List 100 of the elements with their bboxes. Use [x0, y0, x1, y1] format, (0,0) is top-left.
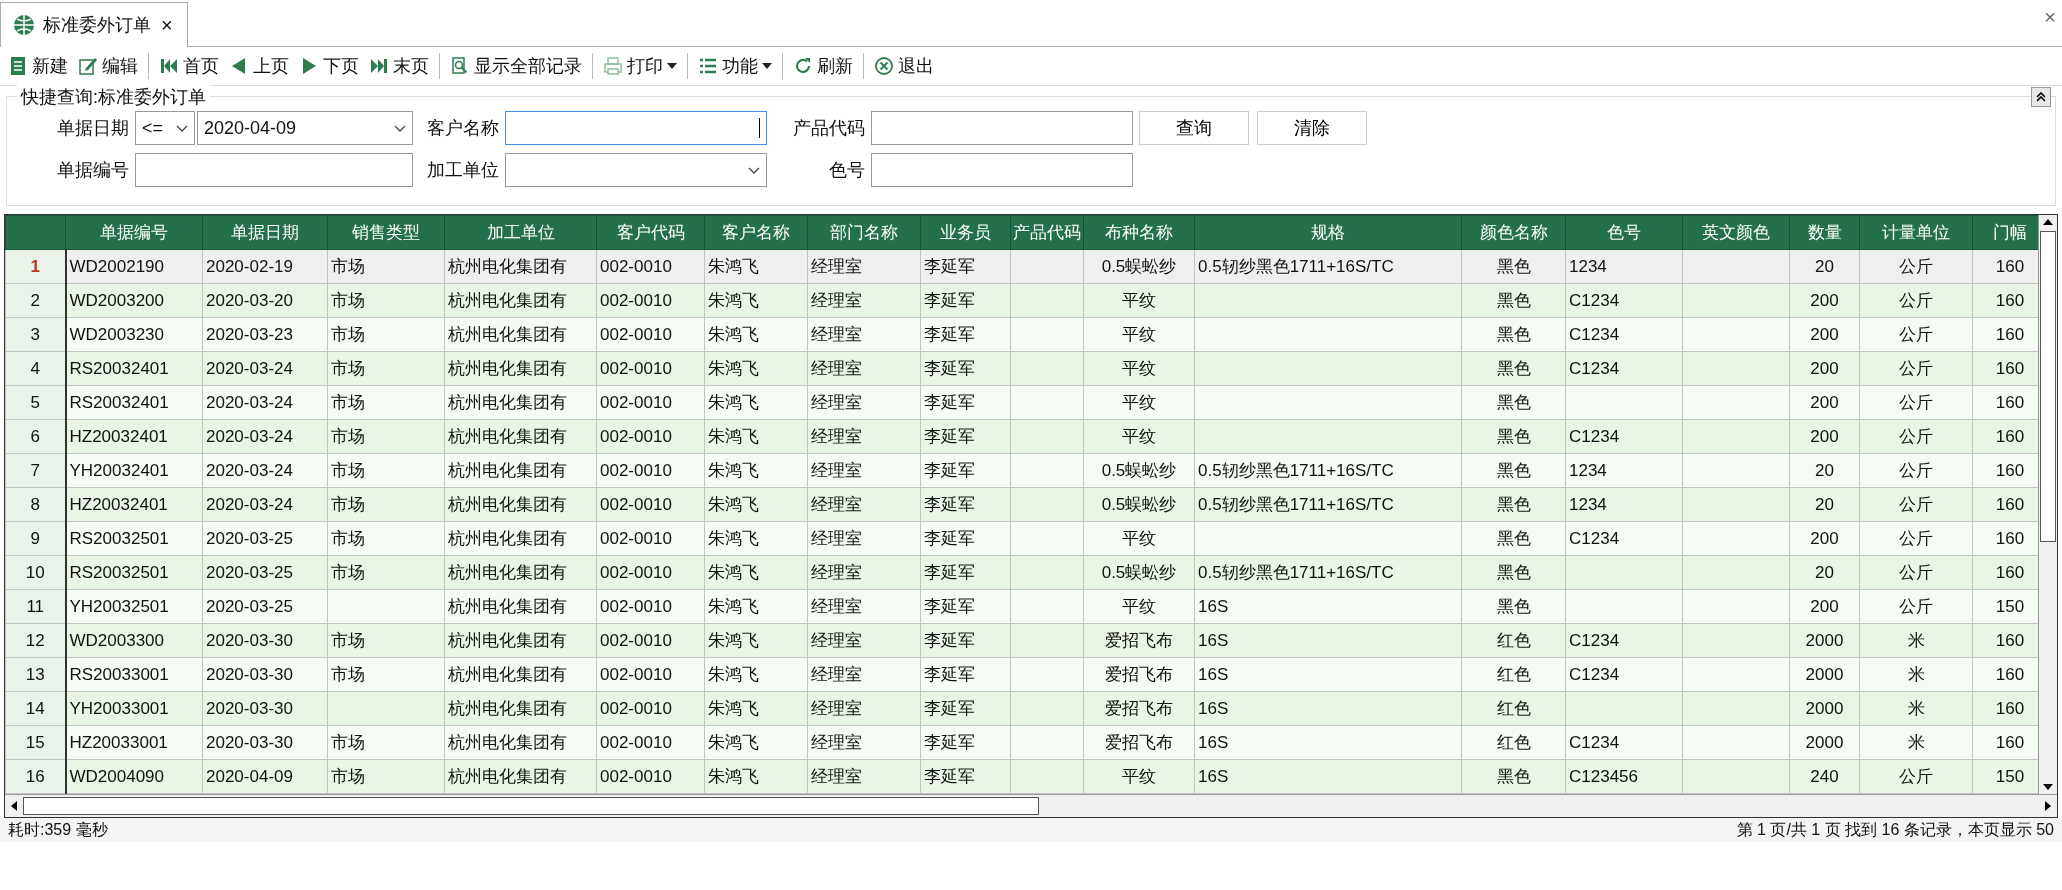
column-header[interactable]: 颜色名称: [1461, 215, 1566, 250]
toolbar-button[interactable]: 退出: [870, 52, 938, 80]
column-header[interactable]: 英文颜色: [1682, 215, 1790, 250]
column-header[interactable]: 单据编号: [65, 215, 203, 250]
date-select[interactable]: 2020-04-09: [197, 111, 413, 145]
table-cell: 20: [1789, 249, 1860, 284]
column-header[interactable]: 客户名称: [704, 215, 808, 250]
table-cell: 公斤: [1859, 283, 1973, 318]
table-cell: 平纹: [1083, 521, 1195, 556]
horizontal-scrollbar[interactable]: [5, 794, 2057, 817]
close-button[interactable]: ×: [2044, 6, 2056, 29]
column-header[interactable]: 规格: [1194, 215, 1462, 250]
scroll-down-icon[interactable]: [2041, 782, 2055, 792]
document-tab[interactable]: 标准委外订单 ×: [0, 2, 188, 47]
table-cell: 市场: [327, 283, 445, 318]
operator-select[interactable]: <=: [135, 111, 195, 145]
column-header[interactable]: 客户代码: [596, 215, 705, 250]
toolbar-button[interactable]: 上页: [225, 52, 293, 80]
table-cell: 杭州电化集团有: [444, 623, 597, 658]
query-button[interactable]: 查询: [1139, 111, 1249, 145]
table-row[interactable]: 11 YH20032501 2020-03-25 杭州电化集团有 002-0010 朱鸿飞 经理室 李延军 平纹 16S 黑色 200 公斤 150: [5, 589, 2038, 624]
table-cell: 朱鸿飞: [704, 691, 808, 726]
table-cell: 2020-02-19: [202, 249, 328, 284]
column-header[interactable]: 部门名称: [807, 215, 921, 250]
toolbar-button[interactable]: 首页: [155, 52, 223, 80]
table-cell: 黑色: [1461, 317, 1566, 352]
table-cell: 16S: [1194, 725, 1462, 760]
scroll-up-icon[interactable]: [2041, 217, 2055, 227]
table-cell: 经理室: [807, 249, 921, 284]
table-cell: C1234: [1565, 725, 1683, 760]
toolbar-button[interactable]: 编辑: [74, 52, 142, 80]
table-row[interactable]: 7 YH20032401 2020-03-24 市场 杭州电化集团有 002-0010 朱鸿飞 经理室 李延军 0.5蜈蚣纱 0.5轫纱黑色1711+16S/TC 黑色 1234 20 公斤 160: [5, 453, 2038, 488]
table-cell: 2020-03-30: [202, 657, 328, 692]
row-number: 15: [5, 725, 66, 760]
table-cell: 002-0010: [596, 283, 705, 318]
column-header[interactable]: 色号: [1565, 215, 1683, 250]
collapse-button[interactable]: [2031, 87, 2051, 107]
table-row[interactable]: 14 YH20033001 2020-03-30 杭州电化集团有 002-0010 朱鸿飞 经理室 李延军 爱招飞布 16S 红色 2000 米 160: [5, 691, 2038, 726]
table-row[interactable]: 12 WD2003300 2020-03-30 市场 杭州电化集团有 002-0010 朱鸿飞 经理室 李延军 爱招飞布 16S 红色 C1234 2000 米 160: [5, 623, 2038, 658]
toolbar-button[interactable]: 末页: [365, 52, 433, 80]
toolbar-button[interactable]: 显示全部记录: [446, 52, 586, 80]
table-cell: 公斤: [1859, 419, 1973, 454]
input-field[interactable]: [135, 153, 413, 187]
toolbar-button[interactable]: 下页: [295, 52, 363, 80]
column-header[interactable]: 数量: [1789, 215, 1860, 250]
row-number: 12: [5, 623, 66, 658]
input-field[interactable]: [505, 111, 767, 145]
column-header[interactable]: 计量单位: [1859, 215, 1973, 250]
table-cell: 米: [1859, 623, 1973, 658]
query-button[interactable]: 清除: [1257, 111, 1367, 145]
table-row[interactable]: 4 RS20032401 2020-03-24 市场 杭州电化集团有 002-0010 朱鸿飞 经理室 李延军 平纹 黑色 C1234 200 公斤 160: [5, 351, 2038, 386]
table-cell: 爱招飞布: [1083, 691, 1195, 726]
select-field[interactable]: [505, 153, 767, 187]
table-cell: 2020-03-25: [202, 589, 328, 624]
column-header[interactable]: 产品代码: [1010, 215, 1084, 250]
table-cell: 平纹: [1083, 351, 1195, 386]
row-number: 2: [5, 283, 66, 318]
table-cell: 2020-03-30: [202, 725, 328, 760]
column-header[interactable]: 布种名称: [1083, 215, 1195, 250]
table-row[interactable]: 8 HZ20032401 2020-03-24 市场 杭州电化集团有 002-0010 朱鸿飞 经理室 李延军 0.5蜈蚣纱 0.5轫纱黑色1711+16S/TC 黑色 1234 20 公斤 160: [5, 487, 2038, 522]
table-cell: 爱招飞布: [1083, 657, 1195, 692]
table-row[interactable]: 9 RS20032501 2020-03-25 市场 杭州电化集团有 002-0010 朱鸿飞 经理室 李延军 平纹 黑色 C1234 200 公斤 160: [5, 521, 2038, 556]
table-cell: 李延军: [920, 657, 1011, 692]
table-row[interactable]: 2 WD2003200 2020-03-20 市场 杭州电化集团有 002-0010 朱鸿飞 经理室 李延军 平纹 黑色 C1234 200 公斤 160: [5, 283, 2038, 318]
panel-title: 快捷查询:标准委外订单: [17, 85, 210, 109]
table-cell: 朱鸿飞: [704, 351, 808, 386]
column-header[interactable]: 门幅: [1972, 215, 2038, 250]
table-cell: 朱鸿飞: [704, 317, 808, 352]
table-row[interactable]: 13 RS20033001 2020-03-30 市场 杭州电化集团有 002-0010 朱鸿飞 经理室 李延军 爱招飞布 16S 红色 C1234 2000 米 160: [5, 657, 2038, 692]
table-cell: RS20032501: [65, 555, 203, 590]
table-cell: 杭州电化集团有: [444, 419, 597, 454]
scroll-right-icon[interactable]: [2043, 799, 2053, 813]
input-field[interactable]: [871, 111, 1133, 145]
table-cell: 200: [1789, 385, 1860, 420]
table-row[interactable]: 15 HZ20033001 2020-03-30 市场 杭州电化集团有 002-0010 朱鸿飞 经理室 李延军 爱招飞布 16S 红色 C1234 2000 米 160: [5, 725, 2038, 760]
close-tab-button[interactable]: ×: [159, 13, 175, 37]
column-header[interactable]: 业务员: [920, 215, 1011, 250]
column-header[interactable]: 销售类型: [327, 215, 445, 250]
chevron-down-icon: [394, 124, 406, 132]
table-row[interactable]: 10 RS20032501 2020-03-25 市场 杭州电化集团有 002-0010 朱鸿飞 经理室 李延军 0.5蜈蚣纱 0.5轫纱黑色1711+16S/TC 黑色 20 公斤 160: [5, 555, 2038, 590]
toolbar-button[interactable]: 刷新: [789, 52, 857, 80]
input-field[interactable]: [871, 153, 1133, 187]
table-row[interactable]: 16 WD2004090 2020-04-09 市场 杭州电化集团有 002-0010 朱鸿飞 经理室 李延军 平纹 16S 黑色 C123456 240 公斤 150: [5, 759, 2038, 794]
vertical-scrollbar[interactable]: [2038, 215, 2057, 794]
table-cell: 16S: [1194, 589, 1462, 624]
column-header[interactable]: 单据日期: [202, 215, 328, 250]
toolbar-button[interactable]: 新建: [4, 52, 72, 80]
toolbar-button[interactable]: 功能: [694, 52, 776, 80]
table-cell: RS20032501: [65, 521, 203, 556]
column-header[interactable]: 加工单位: [444, 215, 597, 250]
table-row[interactable]: 3 WD2003230 2020-03-23 市场 杭州电化集团有 002-0010 朱鸿飞 经理室 李延军 平纹 黑色 C1234 200 公斤 160: [5, 317, 2038, 352]
table-row[interactable]: 5 RS20032401 2020-03-24 市场 杭州电化集团有 002-0010 朱鸿飞 经理室 李延军 平纹 黑色 200 公斤 160: [5, 385, 2038, 420]
scroll-left-icon[interactable]: [9, 799, 19, 813]
table-cell: 200: [1789, 283, 1860, 318]
table-row[interactable]: 1 WD2002190 2020-02-19 市场 杭州电化集团有 002-0010 朱鸿飞 经理室 李延军 0.5蜈蚣纱 0.5轫纱黑色1711+16S/TC 黑色 1234 20 公斤 160: [5, 249, 2038, 284]
toolbar-button[interactable]: 打印: [599, 52, 681, 80]
table-cell: 2000: [1789, 691, 1860, 726]
table-row[interactable]: 6 HZ20032401 2020-03-24 市场 杭州电化集团有 002-0010 朱鸿飞 经理室 李延军 平纹 黑色 C1234 200 公斤 160: [5, 419, 2038, 454]
table-cell: 经理室: [807, 317, 921, 352]
table-cell: 002-0010: [596, 521, 705, 556]
